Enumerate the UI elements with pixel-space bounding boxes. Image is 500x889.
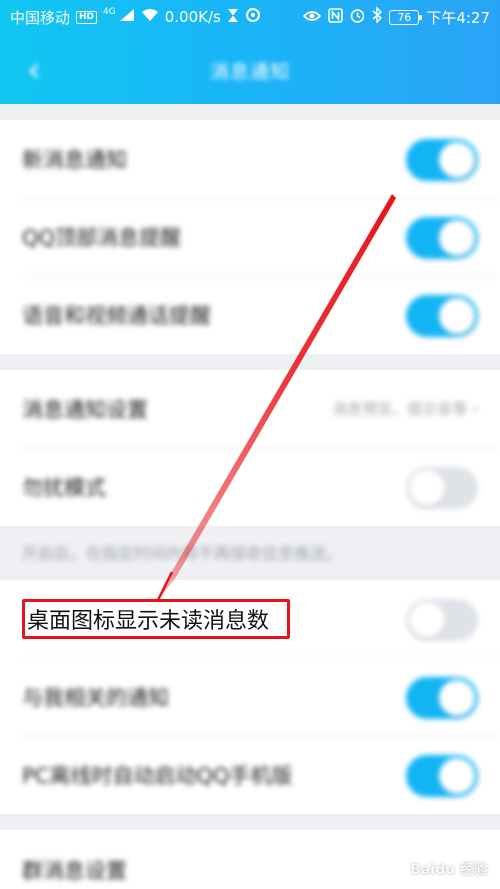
red-pointer-line	[156, 194, 396, 601]
desktop-badge-label: 桌面图标显示未读消息数	[27, 609, 270, 634]
highlighted-setting-label: 桌面图标显示未读消息数	[22, 599, 290, 639]
baidu-watermark: Baidu 经验	[410, 862, 488, 878]
